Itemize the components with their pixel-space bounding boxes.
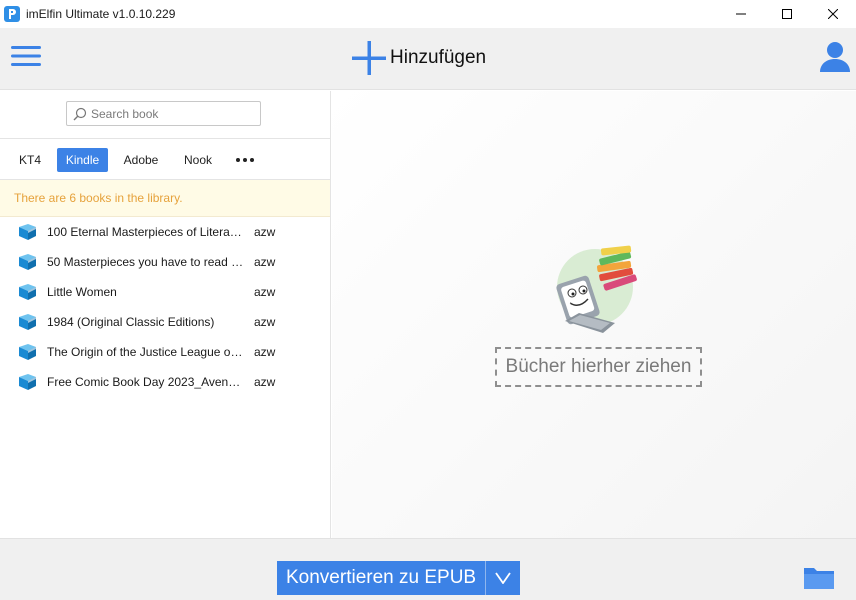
book-format: azw xyxy=(254,225,276,239)
plus-icon xyxy=(352,41,386,75)
chevron-down-icon xyxy=(495,572,511,584)
book-row[interactable]: Free Comic Book Day 2023_Aven… azw xyxy=(0,367,330,397)
book-icon xyxy=(19,314,36,330)
search-box[interactable] xyxy=(66,101,261,126)
book-title: 1984 (Original Classic Editions) xyxy=(47,315,215,329)
book-mascot-illustration xyxy=(556,245,637,333)
book-title: Little Women xyxy=(47,285,117,299)
book-row[interactable]: Little Women azw xyxy=(0,277,330,307)
window-controls xyxy=(718,0,856,28)
maximize-icon xyxy=(782,9,792,19)
menu-button[interactable] xyxy=(10,42,42,70)
book-format: azw xyxy=(254,285,276,299)
book-format: azw xyxy=(254,315,276,329)
book-icon xyxy=(19,374,36,390)
book-format: azw xyxy=(254,375,276,389)
drop-zone[interactable]: Bücher hierher ziehen xyxy=(495,347,702,387)
book-title: 100 Eternal Masterpieces of Litera… xyxy=(47,225,242,239)
add-books-label: Hinzufügen xyxy=(390,47,487,68)
app-logo-icon xyxy=(4,6,20,22)
main-toolbar: Hinzufügen xyxy=(0,28,856,90)
book-format: azw xyxy=(254,345,276,359)
user-account-button[interactable] xyxy=(818,40,852,74)
tab-label: KT4 xyxy=(18,153,41,167)
book-row[interactable]: 1984 (Original Classic Editions) azw xyxy=(0,307,330,337)
bottom-bar: Konvertieren zu EPUB xyxy=(0,538,856,600)
close-icon xyxy=(828,9,838,19)
maximize-button[interactable] xyxy=(764,0,810,28)
book-list: 100 Eternal Masterpieces of Litera… azw … xyxy=(0,217,330,397)
tab-adobe[interactable]: Adobe xyxy=(117,148,165,172)
library-panel: KT4 Kindle Adobe Nook There are 6 books … xyxy=(0,91,331,538)
book-icon xyxy=(19,284,36,300)
book-title: 50 Masterpieces you have to read … xyxy=(47,255,244,269)
book-icon xyxy=(19,344,36,360)
search-input[interactable] xyxy=(91,106,251,121)
search-icon xyxy=(73,107,87,121)
window-title: imElfin Ultimate v1.0.10.229 xyxy=(26,7,176,21)
open-output-folder-button[interactable] xyxy=(803,565,835,591)
more-tabs-button[interactable] xyxy=(233,148,257,172)
more-dots-icon xyxy=(236,158,240,162)
source-tabs: KT4 Kindle Adobe Nook xyxy=(0,139,330,180)
minimize-icon xyxy=(736,13,746,15)
book-row[interactable]: 100 Eternal Masterpieces of Litera… azw xyxy=(0,217,330,247)
book-row[interactable]: 50 Masterpieces you have to read … azw xyxy=(0,247,330,277)
add-books-button[interactable]: Hinzufügen xyxy=(350,38,486,78)
book-format: azw xyxy=(254,255,276,269)
book-title: Free Comic Book Day 2023_Aven… xyxy=(47,375,241,389)
folder-icon xyxy=(804,568,834,589)
drop-area[interactable]: Bücher hierher ziehen xyxy=(332,91,856,538)
output-format-dropdown[interactable] xyxy=(486,561,520,595)
title-bar: imElfin Ultimate v1.0.10.229 xyxy=(0,0,856,28)
book-row[interactable]: The Origin of the Justice League o… azw xyxy=(0,337,330,367)
tab-kindle[interactable]: Kindle xyxy=(57,148,108,172)
hamburger-menu-icon xyxy=(11,46,41,66)
book-icon xyxy=(19,224,36,240)
library-notice: There are 6 books in the library. xyxy=(0,180,330,217)
convert-button[interactable]: Konvertieren zu EPUB xyxy=(277,561,487,595)
tab-label: Adobe xyxy=(123,153,159,167)
tab-label: Kindle xyxy=(65,153,100,167)
tab-nook[interactable]: Nook xyxy=(176,148,220,172)
user-profile-icon xyxy=(820,42,850,72)
tab-label: Nook xyxy=(183,153,212,167)
close-button[interactable] xyxy=(810,0,856,28)
tab-kt4[interactable]: KT4 xyxy=(12,148,48,172)
minimize-button[interactable] xyxy=(718,0,764,28)
convert-button-group: Konvertieren zu EPUB xyxy=(277,561,521,595)
book-icon xyxy=(19,254,36,270)
search-row xyxy=(0,91,330,139)
book-title: The Origin of the Justice League o… xyxy=(47,345,243,359)
